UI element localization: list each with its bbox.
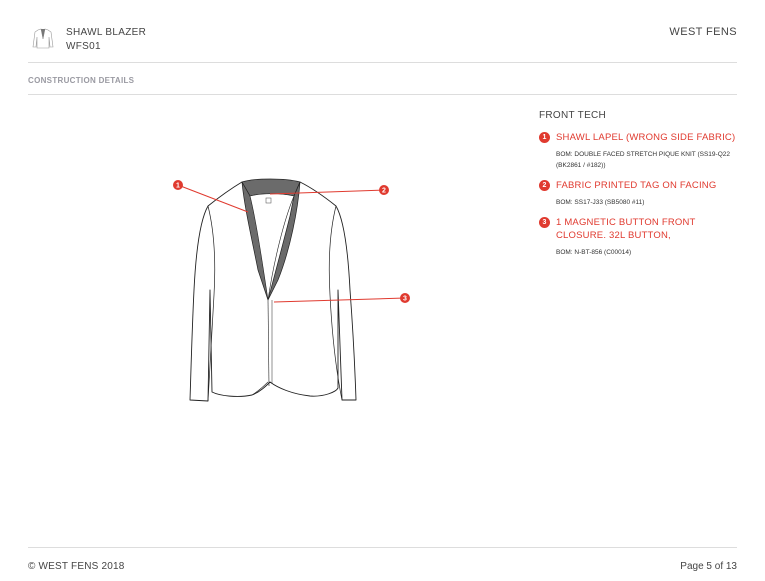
- svg-text:1: 1: [176, 183, 180, 190]
- callout-number: 2: [539, 180, 550, 191]
- panel-title: FRONT TECH: [539, 110, 607, 121]
- callout-title: 1 MAGNETIC BUTTON FRONT CLOSURE. 32L BUT…: [556, 217, 696, 241]
- marker-2: 2: [379, 185, 389, 195]
- product-code: WFS01: [66, 41, 101, 52]
- callout-bom: BOM: N-BT-856 (C00014): [556, 249, 632, 256]
- blazer-technical-drawing: 1 2 3: [160, 160, 430, 420]
- product-name: SHAWL BLAZER: [66, 27, 147, 38]
- callout-bom: BOM: SS17-J33 (SB5080 #11): [556, 199, 645, 206]
- marker-1: 1: [173, 180, 183, 190]
- blazer-thumbnail-icon: [30, 27, 56, 49]
- callout-bom: BOM: DOUBLE FACED STRETCH PIQUE KNIT (SS…: [556, 151, 730, 169]
- page-number: Page 5 of 13: [680, 561, 737, 572]
- marker-3: 3: [400, 293, 410, 303]
- footer-divider: [28, 547, 737, 548]
- section-title: CONSTRUCTION DETAILS: [28, 76, 135, 85]
- section-divider: [28, 94, 737, 95]
- svg-text:2: 2: [382, 188, 386, 195]
- header-divider: [28, 62, 737, 63]
- copyright-text: © WEST FENS 2018: [28, 561, 125, 572]
- callout-2: 2 FABRIC PRINTED TAG ON FACING BOM: SS17…: [539, 179, 744, 208]
- callout-title: SHAWL LAPEL (WRONG SIDE FABRIC): [556, 132, 736, 143]
- brand-name: WEST FENS: [669, 26, 737, 38]
- front-tech-panel: FRONT TECH 1 SHAWL LAPEL (WRONG SIDE FAB…: [539, 110, 744, 266]
- callout-1: 1 SHAWL LAPEL (WRONG SIDE FABRIC) BOM: D…: [539, 131, 744, 171]
- callout-number: 3: [539, 217, 550, 228]
- callout-title: FABRIC PRINTED TAG ON FACING: [556, 180, 717, 191]
- callout-number: 1: [539, 132, 550, 143]
- svg-text:3: 3: [403, 296, 407, 303]
- callout-3: 3 1 MAGNETIC BUTTON FRONT CLOSURE. 32L B…: [539, 216, 744, 258]
